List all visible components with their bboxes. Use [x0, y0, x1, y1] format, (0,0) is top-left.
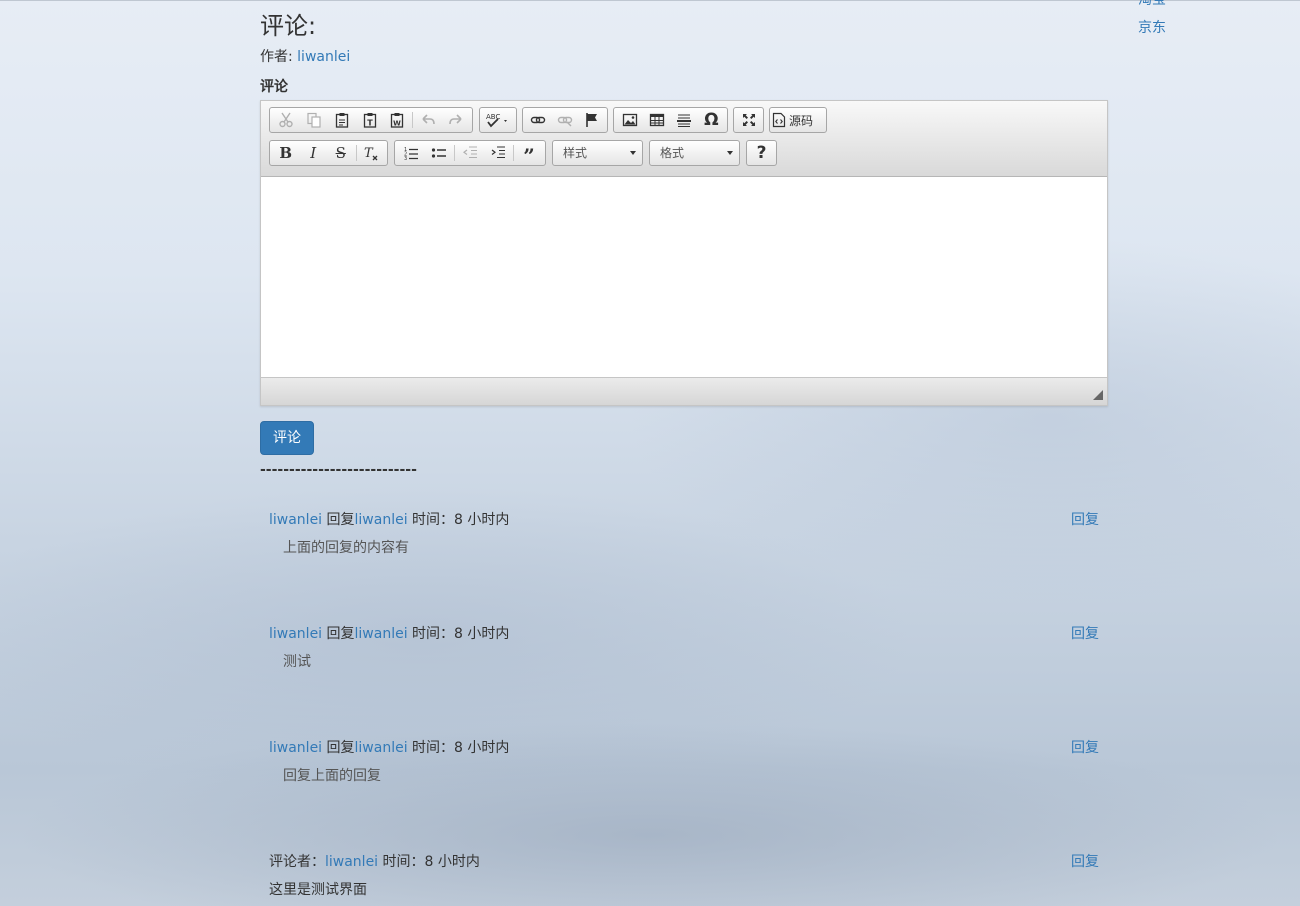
- help-icon[interactable]: ?: [749, 141, 774, 165]
- svg-text:W: W: [393, 120, 401, 128]
- bulleted-list-icon[interactable]: [425, 141, 453, 165]
- author-link[interactable]: liwanlei: [297, 49, 350, 65]
- indent-icon[interactable]: [484, 141, 512, 165]
- svg-text:T: T: [367, 119, 373, 128]
- strike-icon[interactable]: S: [327, 141, 355, 165]
- paste-text-icon[interactable]: T: [356, 108, 384, 132]
- comment-content: 这里是测试界面: [269, 882, 367, 898]
- clipboard-group: T W: [269, 107, 473, 133]
- reply-button[interactable]: 回复: [1071, 850, 1099, 874]
- basic-styles-group: B I S T: [269, 140, 388, 166]
- italic-icon[interactable]: I: [300, 141, 328, 165]
- comment-user-link[interactable]: liwanlei: [269, 512, 322, 528]
- comment-time: 时间：8 小时内: [378, 854, 480, 870]
- insert-group: Ω: [613, 107, 728, 133]
- cut-icon[interactable]: [272, 108, 300, 132]
- remove-format-icon[interactable]: T: [357, 141, 385, 165]
- svg-text:T: T: [364, 146, 374, 161]
- toolbar-separator: [412, 112, 414, 128]
- toolbar-separator: [454, 145, 455, 161]
- table-icon[interactable]: [643, 108, 670, 132]
- reply-word: 回复: [322, 740, 355, 756]
- editor-content-area[interactable]: [261, 177, 1107, 377]
- chevron-down-icon: [727, 151, 733, 155]
- comment-content: 回复上面的回复: [283, 768, 381, 784]
- toolbar-separator: [513, 145, 514, 161]
- comment-meta: liwanlei 回复liwanlei 时间：8 小时内: [269, 622, 1099, 646]
- comment-content: 上面的回复的内容有: [283, 540, 409, 556]
- editor-status-bar: [261, 377, 1107, 405]
- comment-meta: liwanlei 回复liwanlei 时间：8 小时内: [269, 736, 1099, 760]
- comment-meta: 评论者：liwanlei 时间：8 小时内: [269, 850, 1099, 874]
- paste-icon[interactable]: [328, 108, 356, 132]
- rich-text-editor: T W ABC Ω 源码 B I S T 1 2 3 ” 样式 格式 ?: [260, 100, 1108, 406]
- format-dropdown[interactable]: 格式: [649, 140, 740, 166]
- author-line: 作者: liwanlei: [260, 46, 350, 66]
- anchor-icon[interactable]: [578, 108, 605, 132]
- special-char-icon[interactable]: Ω: [698, 108, 725, 132]
- help-group: ?: [746, 140, 777, 166]
- links-group: [522, 107, 608, 133]
- spellcheck-icon[interactable]: ABC: [482, 108, 514, 132]
- external-link-jd[interactable]: 京东: [1138, 20, 1166, 36]
- source-group[interactable]: 源码: [769, 107, 827, 133]
- reply-button[interactable]: 回复: [1071, 736, 1099, 760]
- redo-icon[interactable]: [442, 108, 470, 132]
- comment-time: 时间：8 小时内: [407, 512, 510, 528]
- spellcheck-group: ABC: [479, 107, 517, 133]
- toolbar-separator: [355, 145, 357, 161]
- chevron-down-icon: [630, 151, 636, 155]
- maximize-group: [733, 107, 764, 133]
- comment-form-label: 评论: [260, 79, 288, 95]
- comment-item: liwanlei 回复liwanlei 时间：8 小时内 回复 测试: [269, 622, 1099, 674]
- top-border: [0, 0, 1300, 1]
- page-title: 评论:: [260, 12, 317, 40]
- link-icon[interactable]: [525, 108, 552, 132]
- comment-reply-to-link[interactable]: liwanlei: [355, 626, 408, 642]
- comment-time: 时间：8 小时内: [407, 626, 510, 642]
- comment-reply-to-link[interactable]: liwanlei: [355, 512, 408, 528]
- image-icon[interactable]: [616, 108, 643, 132]
- external-links: 淘宝 京东: [1138, 0, 1166, 44]
- divider: ---------------------------: [260, 462, 417, 478]
- reply-word: 回复: [322, 512, 355, 528]
- comment-content: 测试: [283, 654, 311, 670]
- outdent-icon[interactable]: [456, 141, 484, 165]
- svg-text:3: 3: [404, 156, 407, 161]
- comment-user-link[interactable]: liwanlei: [325, 854, 378, 870]
- horizontal-rule-icon[interactable]: [671, 108, 698, 132]
- resize-handle-icon[interactable]: [1093, 390, 1103, 400]
- comment-item: liwanlei 回复liwanlei 时间：8 小时内 回复 上面的回复的内容…: [269, 508, 1099, 560]
- comment-item: liwanlei 回复liwanlei 时间：8 小时内 回复 回复上面的回复: [269, 736, 1099, 788]
- styles-dropdown-label: 样式: [563, 146, 588, 160]
- reply-button[interactable]: 回复: [1071, 622, 1099, 646]
- unlink-icon[interactable]: [552, 108, 579, 132]
- comment-user-link[interactable]: liwanlei: [269, 740, 322, 756]
- comment-reply-to-link[interactable]: liwanlei: [355, 740, 408, 756]
- source-button-label: 源码: [789, 113, 814, 128]
- format-dropdown-label: 格式: [660, 146, 685, 160]
- comment-meta: liwanlei 回复liwanlei 时间：8 小时内: [269, 508, 1099, 532]
- author-prefix: 作者:: [260, 49, 298, 65]
- root-comment-item: 评论者：liwanlei 时间：8 小时内 回复 这里是测试界面: [269, 850, 1099, 902]
- maximize-icon[interactable]: [736, 108, 761, 132]
- paste-word-icon[interactable]: W: [383, 108, 411, 132]
- commenter-prefix: 评论者：: [269, 854, 325, 870]
- external-link-taobao[interactable]: 淘宝: [1138, 0, 1166, 8]
- bold-icon[interactable]: B: [272, 141, 300, 165]
- submit-comment-button[interactable]: 评论: [260, 421, 314, 455]
- source-icon: [772, 112, 786, 128]
- reply-word: 回复: [322, 626, 355, 642]
- styles-dropdown[interactable]: 样式: [552, 140, 643, 166]
- undo-icon[interactable]: [414, 108, 442, 132]
- reply-button[interactable]: 回复: [1071, 508, 1099, 532]
- lists-group: 123 ”: [394, 140, 546, 166]
- editor-toolbar: T W ABC Ω 源码 B I S T 1 2 3 ” 样式 格式 ?: [261, 101, 1107, 177]
- comment-time: 时间：8 小时内: [407, 740, 510, 756]
- comment-user-link[interactable]: liwanlei: [269, 626, 322, 642]
- numbered-list-icon[interactable]: 123: [397, 141, 425, 165]
- blockquote-icon[interactable]: ”: [515, 141, 543, 166]
- copy-icon[interactable]: [300, 108, 328, 132]
